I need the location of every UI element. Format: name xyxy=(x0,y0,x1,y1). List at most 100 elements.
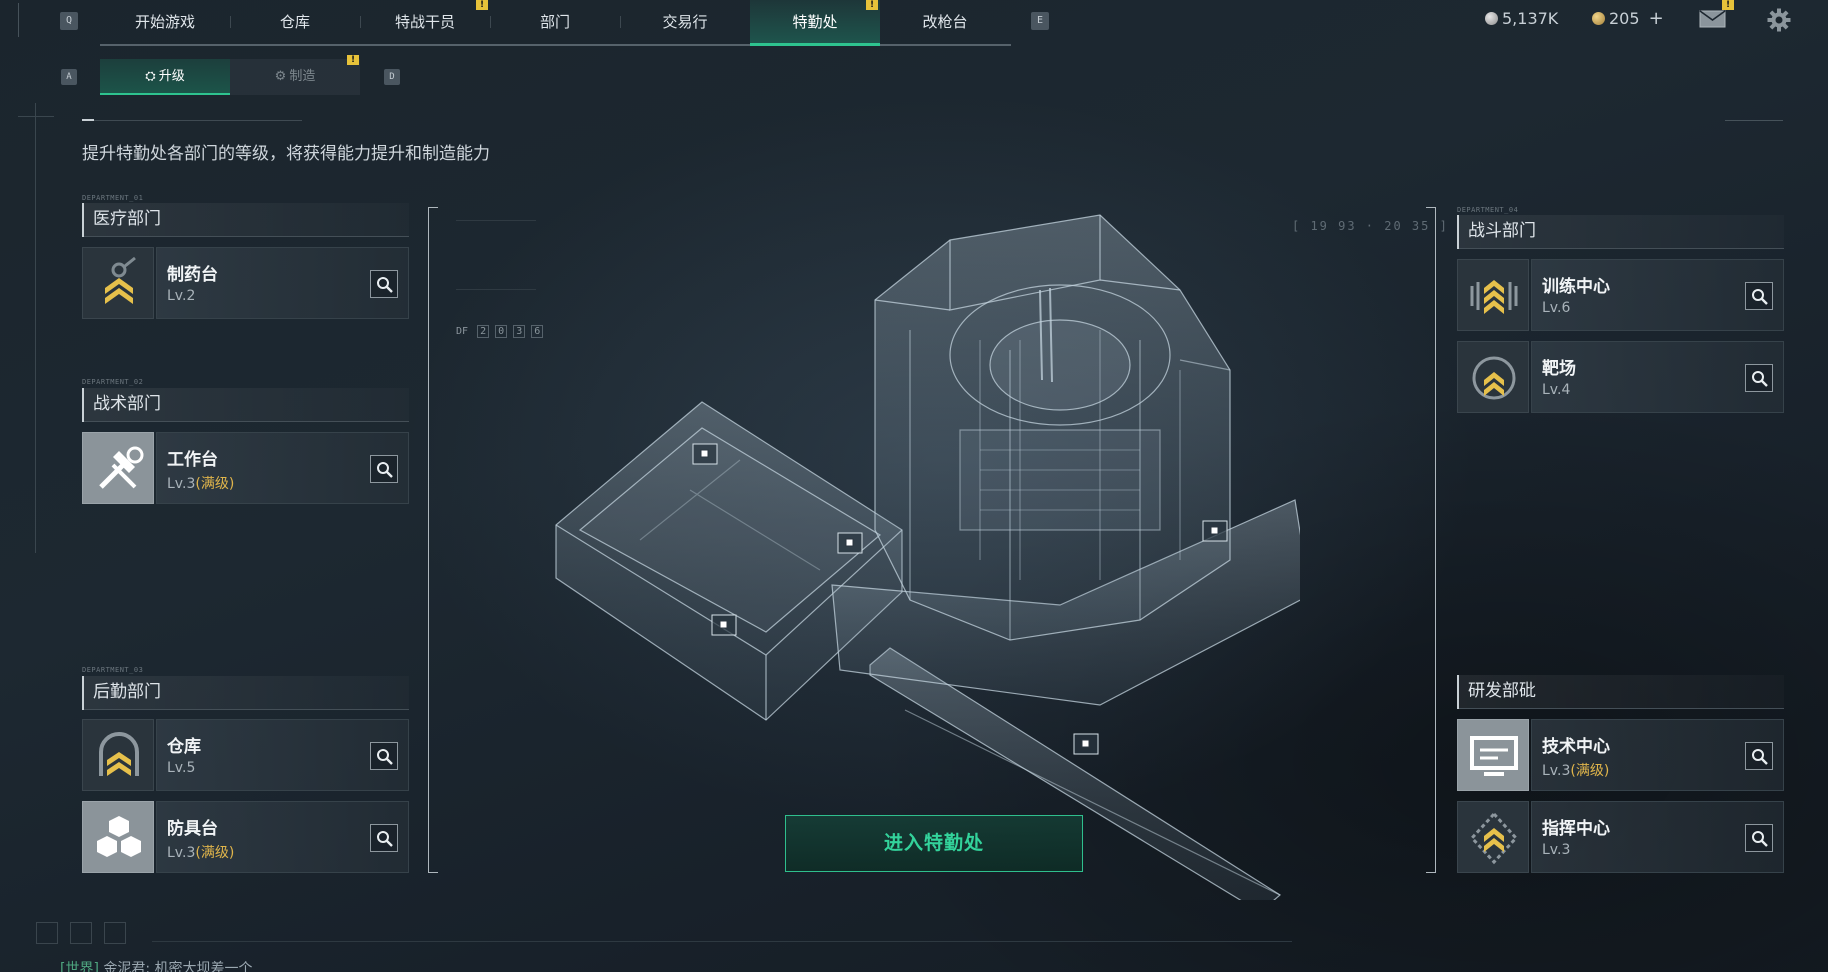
search-button[interactable] xyxy=(1745,824,1773,852)
tab-trade[interactable]: 交易行 xyxy=(620,0,750,44)
level-value: Lv.3 xyxy=(1542,763,1571,779)
hud-coordinates: [ 19 93 · 20 35 ] xyxy=(1292,219,1449,233)
chat-message: 机密大坝差一个 xyxy=(154,961,253,972)
tab-start-game[interactable]: 开始游戏 xyxy=(100,0,230,44)
facility-info: 仓库 Lv.5 xyxy=(156,719,409,791)
facility-card-storage[interactable]: 仓库 Lv.5 xyxy=(82,719,409,791)
subtab-craft-label: 制造 xyxy=(289,69,316,84)
facility-info: 靶场 Lv.4 xyxy=(1531,341,1784,413)
facility-info: 制药台 Lv.2 xyxy=(156,247,409,319)
craft-icon: ⚙ xyxy=(274,69,287,84)
facility-level: Lv.3 xyxy=(1542,842,1570,858)
quick-slot[interactable] xyxy=(36,922,58,944)
facility-info: 技术中心 Lv.3(满级) xyxy=(1531,719,1784,791)
tab-gunsmith[interactable]: 改枪台 xyxy=(880,0,1010,44)
search-button[interactable] xyxy=(1745,282,1773,310)
key-hint-prev-tab: Q xyxy=(60,12,78,30)
level-value: Lv.4 xyxy=(1542,382,1571,398)
heading-line-cap xyxy=(82,119,94,121)
level-value: Lv.3 xyxy=(1542,842,1571,858)
facility-name: 防具台 xyxy=(167,819,218,839)
dept-title-research: 研发部砒 xyxy=(1457,675,1784,709)
workbench-icon xyxy=(82,432,154,504)
hud-lines xyxy=(456,220,536,290)
heading-line xyxy=(82,120,302,121)
facility-card-armor-bench[interactable]: 防具台 Lv.3(满级) xyxy=(82,801,409,873)
tab-department[interactable]: 部门 xyxy=(490,0,620,44)
facility-card-tech-center[interactable]: 技术中心 Lv.3(满级) xyxy=(1457,719,1784,791)
coin-amount: 5,137K xyxy=(1502,9,1559,28)
facility-level: Lv.3(满级) xyxy=(167,473,234,493)
search-button[interactable] xyxy=(370,455,398,483)
search-button[interactable] xyxy=(370,270,398,298)
facility-name: 训练中心 xyxy=(1542,277,1610,297)
dept-title-text: 战斗部门 xyxy=(1468,221,1536,241)
level-value: Lv.3 xyxy=(167,476,196,492)
viewport-bracket-right xyxy=(1426,207,1436,873)
gear-icon[interactable] xyxy=(1767,8,1791,32)
training-center-icon xyxy=(1457,259,1529,331)
coin-balance[interactable]: 5,137K xyxy=(1485,8,1558,30)
tab-warehouse[interactable]: 仓库 xyxy=(230,0,360,44)
facility-card-command-center[interactable]: 指挥中心 Lv.3 xyxy=(1457,801,1784,873)
search-button[interactable] xyxy=(1745,364,1773,392)
enter-special-ops-button[interactable]: 进入特勤处 xyxy=(785,815,1083,872)
facility-card-shooting-range[interactable]: 靶场 Lv.4 xyxy=(1457,341,1784,413)
facility-name: 仓库 xyxy=(167,737,201,757)
command-center-icon xyxy=(1457,801,1529,873)
facility-card-training-center[interactable]: 训练中心 Lv.6 xyxy=(1457,259,1784,331)
subtab-upgrade[interactable]: ⛭ 升级 xyxy=(100,59,230,95)
subtab-craft[interactable]: ⚙ 制造 xyxy=(230,59,360,95)
dept-tag: DEPARTMENT_02 xyxy=(82,378,144,386)
intro-text: 提升特勤处各部门的等级，将获得能力提升和制造能力 xyxy=(82,144,490,164)
search-icon xyxy=(1752,371,1768,387)
key-hint-prev-sub: A xyxy=(61,69,77,85)
facility-name: 靶场 xyxy=(1542,359,1576,379)
facility-level: Lv.6 xyxy=(1542,300,1570,316)
key-hint-next-tab: E xyxy=(1031,12,1049,30)
shooting-range-icon xyxy=(1457,341,1529,413)
facility-level: Lv.2 xyxy=(167,288,195,304)
search-button[interactable] xyxy=(370,742,398,770)
dept-title-text: 战术部门 xyxy=(93,394,161,414)
token-icon xyxy=(1592,12,1605,25)
search-icon xyxy=(1752,749,1768,765)
search-button[interactable] xyxy=(1745,742,1773,770)
facility-name: 技术中心 xyxy=(1542,737,1610,757)
facility-name: 工作台 xyxy=(167,450,218,470)
max-level-badge: (满级) xyxy=(1570,763,1610,779)
tab-operators[interactable]: 特战干员 xyxy=(360,0,490,44)
token-balance[interactable]: 205 + xyxy=(1592,8,1664,30)
storage-icon xyxy=(82,719,154,791)
search-icon xyxy=(377,831,393,847)
facility-card-workbench[interactable]: 工作台 Lv.3(满级) xyxy=(82,432,409,504)
add-token-button[interactable]: + xyxy=(1649,8,1664,29)
alert-badge-special-ops: ! xyxy=(866,0,878,10)
facility-card-pharmacy[interactable]: 制药台 Lv.2 xyxy=(82,247,409,319)
dept-tag: DEPARTMENT_04 xyxy=(1457,206,1519,214)
subtab-upgrade-label: 升级 xyxy=(158,69,185,84)
quick-slot[interactable] xyxy=(104,922,126,944)
facility-info: 防具台 Lv.3(满级) xyxy=(156,801,409,873)
dept-tag: DEPARTMENT_03 xyxy=(82,666,144,674)
search-button[interactable] xyxy=(370,824,398,852)
chat-sender: 金泥君: xyxy=(103,961,151,972)
facility-3d-model[interactable] xyxy=(540,200,1311,913)
max-level-badge: (满级) xyxy=(195,476,235,492)
corner-mark xyxy=(18,3,24,37)
tab-special-ops[interactable]: 特勤处 xyxy=(750,0,880,46)
hud-df-digit: 0 xyxy=(495,325,508,338)
quick-slot[interactable] xyxy=(70,922,92,944)
facility-info: 训练中心 Lv.6 xyxy=(1531,259,1784,331)
search-icon xyxy=(377,462,393,478)
chat-line[interactable]: [世界] 金泥君: 机密大坝差一个 xyxy=(60,958,253,972)
hud-df-readout: DF 2 0 3 6 xyxy=(456,325,544,338)
pharmacy-icon xyxy=(82,247,154,319)
sub-tabs: ⛭ 升级 ⚙ 制造 xyxy=(100,59,360,95)
facility-level: Lv.4 xyxy=(1542,382,1570,398)
facility-info: 工作台 Lv.3(满级) xyxy=(156,432,409,504)
corner-mark xyxy=(18,116,54,117)
facility-name: 指挥中心 xyxy=(1542,819,1610,839)
facility-level: Lv.3(满级) xyxy=(1542,760,1609,780)
mail-icon[interactable] xyxy=(1699,10,1726,28)
